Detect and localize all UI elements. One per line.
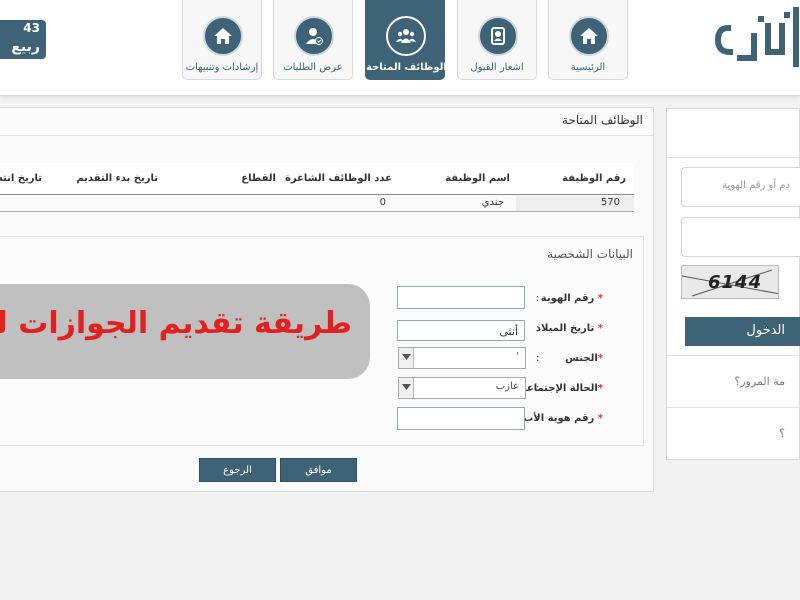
col-job-name: اسم الوظيفة [445,173,510,184]
hijri-date-badge: 43 ربيع [0,20,46,59]
id-number-placeholder: دم أو رقم الهوية [722,180,790,191]
colon: : [536,293,540,304]
nav-acceptance-notice[interactable]: اشعار القبول [457,0,537,80]
col-start-date: تاريخ بدء التقديم [76,173,158,184]
password-input[interactable] [681,217,800,257]
cell-vacancies: 0 [379,197,386,208]
colon: : [536,413,540,424]
nav-view-applications[interactable]: عرض الطلبات [273,0,353,80]
colon: : [536,383,540,394]
birth-date-label: تاريخ الميلاد * [535,323,603,334]
group-icon [386,16,426,56]
divider [667,355,799,356]
forgot-password-link[interactable]: مة المرور؟ [734,375,785,388]
nav-available-jobs-label: الوظائف المتاحة [366,62,447,73]
gender-select[interactable]: ' [398,347,526,369]
table-header-row: رقم الوظيفة اسم الوظيفة عدد الوظائف الشا… [0,163,634,195]
birth-date-input[interactable]: أنثى [397,320,525,341]
id-number-input[interactable]: دم أو رقم الهوية [681,167,800,207]
personal-data-title: البيانات الشخصية [547,247,633,261]
date-day: 43 [23,21,40,35]
gender-value: ' [516,351,519,362]
nav-guidelines[interactable]: إرشادات وتنبيهات [182,0,262,80]
date-month: ربيع [11,39,40,55]
top-navigation-bar: 43 ربيع الرئيسية اشعار القبول الوظائف ال… [0,0,800,96]
agree-button[interactable]: موافق [280,458,357,482]
marital-status-value: عازب [495,381,519,392]
login-button-label: الدخول [746,323,785,338]
nav-guidelines-label: إرشادات وتنبيهات [185,62,259,73]
id-number-label: رقم الهوية * [540,293,603,304]
birth-date-value: أنثى [499,325,518,338]
col-sector: القطاع [241,173,276,184]
cell-job-number: 570 [600,197,620,208]
home-icon [569,16,609,56]
captcha-text: 6144 [708,272,763,293]
help-link[interactable]: ؟ [779,427,785,440]
login-panel: دم أو رقم الهوية 6144 الدخول مة المرور؟ … [666,108,800,460]
nav-available-jobs[interactable]: الوظائف المتاحة [365,0,447,80]
cell-job-name: جندي [481,197,504,208]
panel-header: الوظائف المتاحة [0,108,653,136]
notification-icon [478,16,518,56]
user-check-icon [294,16,334,56]
marital-status-select[interactable]: عازب [398,377,526,399]
home-icon [203,16,243,56]
captcha-image: 6144 [681,265,779,299]
nav-view-applications-label: عرض الطلبات [283,62,343,73]
col-job-number: رقم الوظيفة [562,173,626,184]
site-logo [712,6,800,72]
overlay-banner: طريقة تقديم الجوازات للنسا [0,284,370,379]
marital-status-label: الحالة الإجتماعية* [516,383,603,394]
banner-text: طريقة تقديم الجوازات للنسا [0,306,352,341]
nav-home[interactable]: الرئيسية [548,0,628,80]
col-vacancies: عدد الوظائف الشاغرة [284,173,392,184]
gender-label: الجنس* [565,353,603,364]
national-id-input[interactable] [397,286,525,309]
nav-home-label: الرئيسية [570,62,606,73]
nav-acceptance-label: اشعار القبول [470,62,524,73]
back-button[interactable]: الرجوع [199,458,276,482]
divider [667,407,799,408]
colon: : [536,323,540,334]
table-row[interactable]: 570 جندي 0 [0,196,634,212]
chevron-down-icon [399,378,414,398]
colon: : [536,353,540,364]
login-button[interactable]: الدخول [685,317,800,346]
divider [667,157,799,158]
col-end-date: تاريخ انته [0,173,42,184]
father-id-input[interactable] [397,407,525,430]
panel-title: الوظائف المتاحة [561,113,643,127]
chevron-down-icon [399,348,414,368]
